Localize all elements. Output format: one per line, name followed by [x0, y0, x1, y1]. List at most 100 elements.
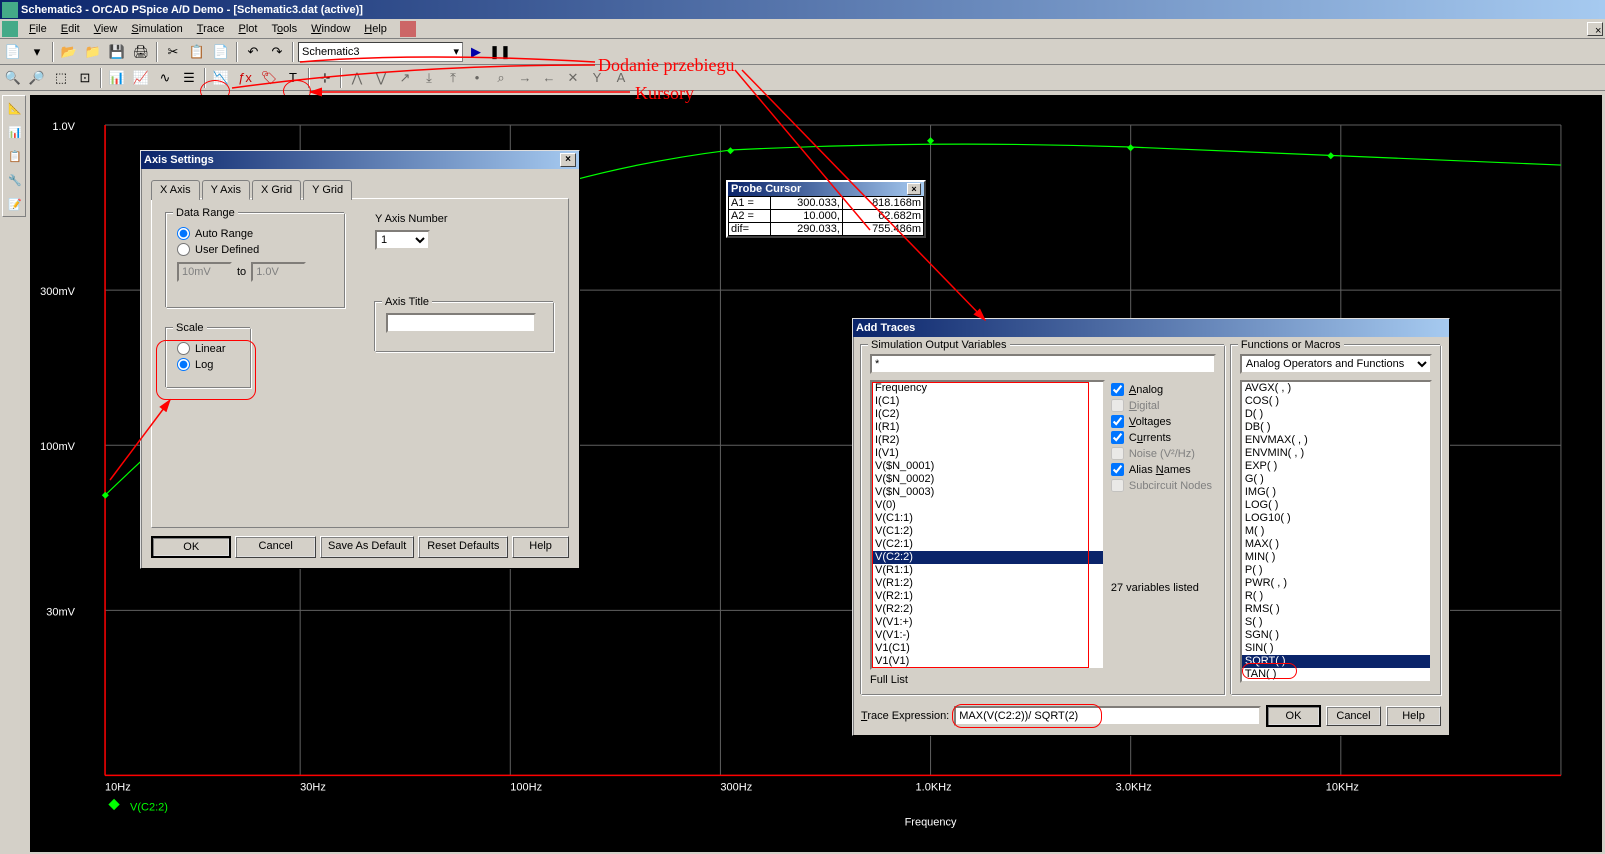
zoom-area-button[interactable]: ⬚: [50, 67, 72, 89]
var-item[interactable]: I(V1): [872, 447, 1103, 460]
eval-button[interactable]: ƒx: [234, 67, 256, 89]
fft-button[interactable]: ∿: [154, 67, 176, 89]
dropdown-arrow[interactable]: ▾: [26, 41, 48, 63]
mdi-close-button[interactable]: ×: [1587, 22, 1603, 36]
var-item[interactable]: I(C1): [872, 395, 1103, 408]
menu-help[interactable]: Help: [357, 21, 394, 37]
log-x-button[interactable]: 📊: [106, 67, 128, 89]
addtraces-help-button[interactable]: Help: [1386, 706, 1441, 726]
var-item[interactable]: V(R2:1): [872, 590, 1103, 603]
trace-expression-input[interactable]: [954, 706, 1261, 726]
var-item[interactable]: Frequency: [872, 382, 1103, 395]
probe-cursor-close[interactable]: ×: [907, 183, 921, 195]
func-item[interactable]: M( ): [1242, 525, 1430, 538]
tab-y-axis[interactable]: Y Axis: [202, 180, 250, 200]
range-from-input[interactable]: [177, 262, 232, 282]
var-item[interactable]: V(C1:1): [872, 512, 1103, 525]
sidebar-btn-4[interactable]: 🔧: [5, 170, 25, 190]
axis-title-input[interactable]: [386, 313, 536, 333]
yaxis-number-select[interactable]: 1: [375, 230, 430, 250]
marker-button[interactable]: 🏷: [258, 67, 280, 89]
menu-view[interactable]: View: [87, 21, 125, 37]
func-item[interactable]: G( ): [1242, 473, 1430, 486]
currents-check[interactable]: Currents: [1111, 431, 1216, 444]
cursor-trough-button[interactable]: ⋁: [370, 67, 392, 89]
alias-check[interactable]: Alias Names: [1111, 463, 1216, 476]
cursor-point-button[interactable]: •: [466, 67, 488, 89]
var-item[interactable]: V1(V1): [872, 655, 1103, 668]
func-item[interactable]: IMG( ): [1242, 486, 1430, 499]
func-item[interactable]: LOG10( ): [1242, 512, 1430, 525]
func-item[interactable]: EXP( ): [1242, 460, 1430, 473]
print-button[interactable]: 🖨: [130, 41, 152, 63]
text-button[interactable]: T: [282, 67, 304, 89]
new-button[interactable]: 📄: [2, 41, 24, 63]
menu-window[interactable]: Window: [304, 21, 357, 37]
cursor-prev-button[interactable]: ←: [538, 67, 560, 89]
func-item[interactable]: LOG( ): [1242, 499, 1430, 512]
schematic-combo[interactable]: Schematic3 ▾: [298, 42, 463, 62]
add-traces-dialog[interactable]: Add Traces Simulation Output Variables F…: [852, 318, 1450, 736]
func-item[interactable]: SGN( ): [1242, 629, 1430, 642]
menu-plot[interactable]: Plot: [231, 21, 264, 37]
sidebar-btn-3[interactable]: 📋: [5, 146, 25, 166]
var-item[interactable]: V(0): [872, 499, 1103, 512]
linear-radio[interactable]: Linear: [177, 342, 240, 355]
user-defined-radio[interactable]: User Defined: [177, 243, 334, 256]
cursor-y-button[interactable]: Y: [586, 67, 608, 89]
func-item[interactable]: MIN( ): [1242, 551, 1430, 564]
func-item[interactable]: ENVMAX( , ): [1242, 434, 1430, 447]
auto-range-radio[interactable]: Auto Range: [177, 227, 334, 240]
cursor-min-button[interactable]: ⤓: [418, 67, 440, 89]
func-item[interactable]: D( ): [1242, 408, 1430, 421]
zoom-in-button[interactable]: 🔍: [2, 67, 24, 89]
pause-button[interactable]: ❚❚: [489, 41, 511, 63]
var-item[interactable]: I(R2): [872, 434, 1103, 447]
axis-cancel-button[interactable]: Cancel: [235, 536, 315, 558]
var-item[interactable]: I(R1): [872, 421, 1103, 434]
analog-check[interactable]: Analog: [1111, 383, 1216, 396]
cursor-max-button[interactable]: ⤒: [442, 67, 464, 89]
cursor-x-button[interactable]: ✕: [562, 67, 584, 89]
range-to-input[interactable]: [251, 262, 306, 282]
func-item[interactable]: SIN( ): [1242, 642, 1430, 655]
axis-save-button[interactable]: Save As Default: [320, 536, 415, 558]
var-item[interactable]: V(R2:2): [872, 603, 1103, 616]
tab-x-axis[interactable]: X Axis: [151, 180, 200, 200]
run-button[interactable]: ▶: [465, 41, 487, 63]
cursor-next-button[interactable]: →: [514, 67, 536, 89]
functions-listbox[interactable]: AVG( )AVGX( , )COS( )D( )DB( )ENVMAX( , …: [1240, 380, 1432, 683]
func-item[interactable]: SQRT( ): [1242, 655, 1430, 668]
var-item[interactable]: I(C2): [872, 408, 1103, 421]
sim-filter-input[interactable]: [870, 354, 1216, 374]
menu-file[interactable]: File: [22, 21, 54, 37]
save-button[interactable]: 💾: [106, 41, 128, 63]
voltages-check[interactable]: Voltages: [1111, 415, 1216, 428]
func-item[interactable]: ENVMIN( , ): [1242, 447, 1430, 460]
menu-simulation[interactable]: Simulation: [124, 21, 189, 37]
var-item[interactable]: V(R1:2): [872, 577, 1103, 590]
axis-ok-button[interactable]: OK: [151, 536, 231, 558]
axis-reset-button[interactable]: Reset Defaults: [418, 536, 508, 558]
open-button[interactable]: 📂: [58, 41, 80, 63]
tab-y-grid[interactable]: Y Grid: [303, 180, 352, 200]
cursor-peak-button[interactable]: ⋀: [346, 67, 368, 89]
cursor-search-button[interactable]: ⌕: [490, 67, 512, 89]
log-radio[interactable]: Log: [177, 358, 240, 371]
help-icon[interactable]: [400, 21, 416, 37]
menu-edit[interactable]: Edit: [54, 21, 87, 37]
cursor-slope-button[interactable]: ↗: [394, 67, 416, 89]
perf-button[interactable]: ☰: [178, 67, 200, 89]
func-item[interactable]: MAX( ): [1242, 538, 1430, 551]
var-item[interactable]: V($N_0001): [872, 460, 1103, 473]
var-item[interactable]: V($N_0003): [872, 486, 1103, 499]
func-item[interactable]: R( ): [1242, 590, 1430, 603]
zoom-out-button[interactable]: 🔎: [26, 67, 48, 89]
probe-cursor-window[interactable]: Probe Cursor × A1 =300.033,818.168m A2 =…: [726, 180, 926, 238]
var-item[interactable]: V(R1:1): [872, 564, 1103, 577]
axis-dialog-close[interactable]: ×: [560, 153, 576, 167]
sidebar-btn-5[interactable]: 📝: [5, 194, 25, 214]
copy-button[interactable]: 📋: [186, 41, 208, 63]
cursor-button[interactable]: ⊹: [314, 67, 336, 89]
var-item[interactable]: V(V1:-): [872, 629, 1103, 642]
